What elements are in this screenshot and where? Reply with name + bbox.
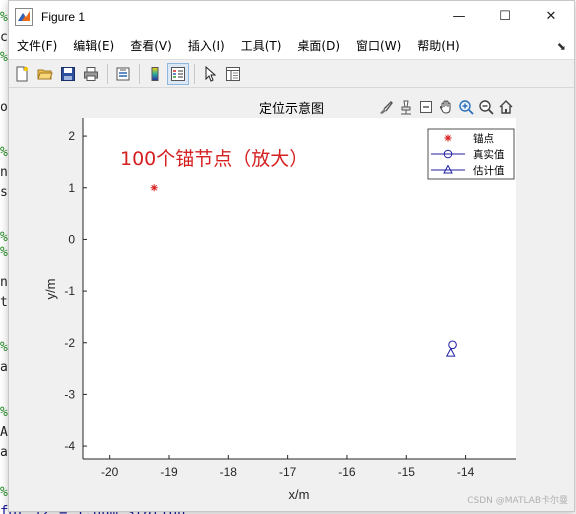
x-tick-label: -18	[220, 465, 238, 479]
menu-tools[interactable]: 工具(T)	[233, 37, 290, 54]
editor-fragment: t	[0, 295, 8, 310]
editor-fragment: A	[0, 425, 8, 440]
legend-icon[interactable]	[167, 62, 189, 85]
maximize-button[interactable]: ☐	[482, 1, 528, 32]
legend[interactable]: 锚点真实值估计值	[427, 128, 515, 180]
editor-fragment: n	[0, 165, 8, 180]
x-axis-label: x/m	[289, 487, 310, 502]
editor-fragment: a	[0, 445, 8, 460]
watermark: CSDN @MATLAB卡尔曼	[467, 496, 568, 506]
print-icon[interactable]	[80, 63, 102, 85]
pointer-icon[interactable]	[199, 63, 221, 85]
editor-fragment: %	[0, 405, 8, 420]
menu-help[interactable]: 帮助(H)	[409, 37, 467, 54]
toolbar-separator	[139, 63, 140, 84]
close-button[interactable]: ✕	[528, 1, 574, 32]
legend-label: 真实值	[473, 148, 505, 161]
y-tick-label: -4	[64, 439, 75, 453]
toolbar-separator	[194, 63, 195, 84]
editor-fragment: %	[0, 10, 8, 25]
save-icon[interactable]	[57, 63, 79, 85]
editor-fragment: a	[0, 360, 8, 375]
editor-fragment: %	[0, 340, 8, 355]
x-tick-label: -17	[279, 465, 297, 479]
property-inspector-icon[interactable]	[222, 63, 244, 85]
y-tick-label: 2	[68, 129, 75, 143]
editor-fragment: %	[0, 50, 8, 65]
menu-view[interactable]: 查看(V)	[122, 37, 180, 54]
figure-toolbar	[9, 60, 574, 88]
chart: -20 -19 -18 -17 -16 -15 -14 -4 -3 -2 -1 0 1 2 x/m y/m…	[43, 118, 516, 502]
menu-bar: 文件(F) 编辑(E) 查看(V) 插入(I) 工具(T) 桌面(D) 窗口(W…	[9, 32, 574, 60]
editor-fragment: c	[0, 30, 8, 45]
menu-file[interactable]: 文件(F)	[9, 37, 65, 54]
editor-fragment: %	[0, 230, 8, 245]
editor-fragment: %	[0, 145, 8, 160]
link-plot-icon[interactable]	[112, 63, 134, 85]
menu-desktop[interactable]: 桌面(D)	[289, 37, 348, 54]
x-tick-label: -19	[160, 465, 178, 479]
menu-insert[interactable]: 插入(I)	[180, 37, 233, 54]
y-tick-label: -3	[64, 387, 75, 401]
open-file-icon[interactable]	[34, 63, 56, 85]
new-figure-icon[interactable]	[11, 63, 33, 85]
editor-fragment: s	[0, 185, 8, 200]
figure-canvas[interactable]: 定位示意图 -20 -19 -18 -17 -16 -15 -14 -4 -3 …	[9, 90, 574, 511]
editor-fragment: n	[0, 275, 8, 290]
menu-dock-arrow-icon[interactable]: ⬊	[557, 40, 566, 53]
editor-fragment: %	[0, 485, 8, 500]
y-tick-label: 1	[68, 181, 75, 195]
chart-annotation: 100个锚节点（放大）	[120, 148, 308, 170]
x-tick-label: -15	[398, 465, 416, 479]
figure-window[interactable]: Figure 1 — ☐ ✕ 文件(F) 编辑(E) 查看(V) 插入(I) 工…	[8, 0, 575, 512]
x-tick-label: -16	[338, 465, 356, 479]
colorbar-icon[interactable]	[144, 63, 166, 85]
toolbar-separator	[107, 63, 108, 84]
matlab-logo-icon	[15, 7, 33, 26]
title-bar[interactable]: Figure 1 — ☐ ✕	[9, 1, 574, 32]
menu-edit[interactable]: 编辑(E)	[65, 37, 122, 54]
y-tick-label: 0	[68, 232, 75, 246]
y-tick-label: -2	[64, 336, 75, 350]
legend-label: 估计值	[473, 164, 505, 177]
x-tick-label: -20	[101, 465, 119, 479]
minimize-button[interactable]: —	[436, 1, 482, 32]
editor-fragment: %	[0, 245, 8, 260]
window-title: Figure 1	[41, 9, 86, 24]
y-tick-label: -1	[64, 284, 75, 298]
x-tick-label: -14	[457, 465, 475, 479]
menu-window[interactable]: 窗口(W)	[348, 37, 409, 54]
editor-fragment: o	[0, 100, 8, 115]
legend-label: 锚点	[473, 132, 494, 145]
y-axis-label: y/m	[43, 279, 58, 300]
